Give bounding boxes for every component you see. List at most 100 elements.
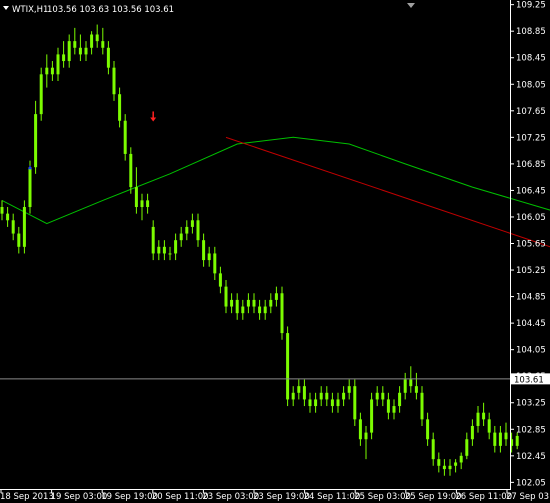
candle-body [140, 200, 144, 208]
x-tick-label: 23 Sep 19:00 [253, 492, 310, 502]
candle-body [207, 253, 211, 261]
candle-body [151, 226, 155, 254]
candle-body [45, 67, 49, 75]
candle-body [0, 207, 4, 214]
candle-body [392, 406, 396, 413]
candle-body [498, 432, 502, 446]
x-tick-label: 24 Sep 11:00 [304, 492, 361, 502]
svg-text:103.61: 103.61 [514, 375, 544, 385]
y-tick-label: 104.45 [516, 319, 546, 329]
y-tick-label: 102.85 [516, 425, 546, 435]
x-tick-label: 25 Sep 03:00 [354, 492, 411, 502]
y-tick-label: 102.05 [516, 478, 546, 488]
x-tick-label: 27 Sep 03:00 [506, 492, 550, 502]
candle-body [414, 386, 418, 393]
x-tick-label: 26 Sep 11:00 [455, 492, 512, 502]
candle-body [493, 432, 497, 446]
candle-body [465, 439, 469, 456]
candle-body [106, 47, 110, 68]
candle-body [437, 459, 441, 466]
x-tick-label: 20 Sep 11:00 [152, 492, 209, 502]
candle-body [280, 293, 284, 334]
candle-body [62, 54, 66, 62]
candle-body [420, 392, 424, 420]
chart-header: WTIX,H1 103.56 103.63 103.56 103.61 [3, 5, 174, 15]
candle-body [90, 34, 94, 48]
candle-body [342, 392, 346, 400]
candle-body [185, 226, 189, 234]
y-tick-label: 104.05 [516, 346, 546, 356]
y-tick-label: 108.45 [516, 54, 546, 64]
candle-body [95, 34, 99, 42]
chart-background [0, 0, 550, 503]
candle-body [134, 187, 138, 208]
y-tick-label: 108.85 [516, 27, 546, 37]
candle-body [17, 233, 21, 247]
candle-body [174, 240, 178, 254]
candle-body [101, 41, 105, 48]
y-tick-label: 107.65 [516, 107, 546, 117]
ohlc-values: 103.56 103.63 103.56 103.61 [47, 5, 174, 15]
candle-body [515, 435, 519, 446]
candle [286, 326, 290, 407]
candle-body [325, 392, 329, 400]
candle-body [34, 114, 38, 168]
candle-body [179, 233, 183, 241]
candle-body [56, 54, 60, 75]
candle [129, 147, 133, 194]
candle-body [336, 399, 340, 407]
candle-body [6, 213, 10, 221]
y-tick-label: 103.25 [516, 399, 546, 409]
x-tick-label: 19 Sep 03:00 [51, 492, 108, 502]
candle-body [224, 286, 228, 307]
candle-body [235, 299, 239, 314]
candle-body [258, 306, 262, 314]
candle-body [286, 333, 290, 400]
y-tick-label: 105.25 [516, 266, 546, 276]
candle-body [504, 432, 508, 440]
candle-body [252, 299, 256, 307]
candle-body [442, 465, 446, 470]
candle-body [241, 306, 245, 314]
candle-body [157, 246, 161, 254]
candle-body [409, 379, 413, 387]
candle-body [398, 392, 402, 407]
candle [280, 286, 284, 340]
candle-body [358, 419, 362, 440]
symbol-label: WTIX,H1 [12, 5, 48, 15]
price-chart[interactable]: WTIX,H1 103.56 103.63 103.56 103.61 109.… [0, 0, 550, 503]
candle-body [202, 240, 206, 261]
candle-body [448, 465, 452, 470]
candle [22, 200, 26, 254]
candle-body [146, 200, 150, 208]
candle-body [403, 379, 407, 393]
candle-body [67, 41, 71, 62]
candle-body [476, 412, 480, 426]
candle-body [50, 67, 54, 75]
candle-body [297, 386, 301, 393]
y-tick-label: 109.25 [516, 1, 546, 11]
y-tick-label: 106.05 [516, 213, 546, 223]
candle-body [291, 392, 295, 400]
y-tick-label: 107.25 [516, 133, 546, 143]
candle-body [330, 399, 334, 407]
candle-body [162, 246, 166, 254]
x-tick-label: 25 Sep 19:00 [405, 492, 462, 502]
candle-body [22, 207, 26, 247]
candle-body [487, 419, 491, 433]
y-tick-label: 106.45 [516, 186, 546, 196]
y-tick-label: 108.05 [516, 80, 546, 90]
candle-body [426, 419, 430, 440]
candle-body [246, 299, 250, 307]
candle-body [302, 386, 306, 400]
candle-body [308, 399, 312, 407]
candle-body [112, 67, 116, 95]
candle-body [482, 412, 486, 420]
candle-body [381, 392, 385, 400]
y-tick-label: 106.85 [516, 160, 546, 170]
candle-body [39, 74, 43, 115]
y-tick-label: 102.45 [516, 452, 546, 462]
candle-body [370, 399, 374, 433]
candle-body [314, 399, 318, 407]
candle-body [28, 167, 32, 208]
